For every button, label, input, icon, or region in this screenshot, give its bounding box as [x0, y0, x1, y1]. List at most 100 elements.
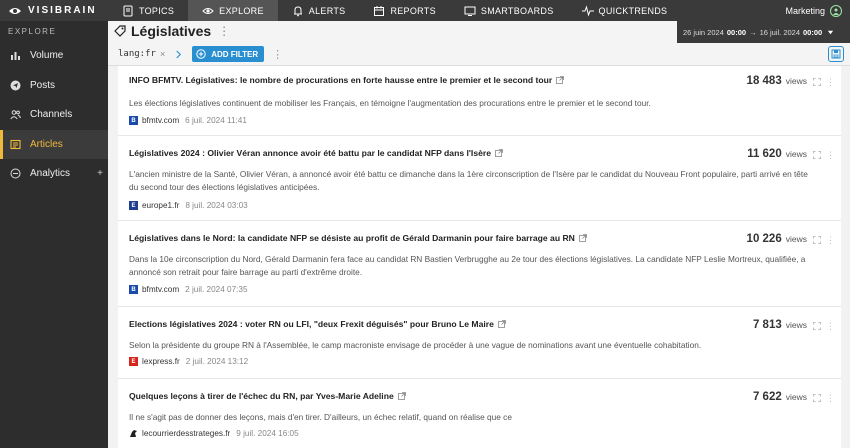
newspaper-icon [10, 139, 21, 149]
article-date: 9 juil. 2024 16:05 [236, 429, 299, 438]
source-name[interactable]: bfmtv.com [142, 285, 179, 294]
row-actions: ⋮ [813, 322, 835, 331]
article-description: Selon la présidente du groupe RN à l'Ass… [129, 340, 702, 350]
row-actions: ⋮ [813, 394, 835, 403]
caret-down-icon [828, 30, 834, 34]
page-title-text: Législatives [131, 23, 212, 39]
date-start: 26 juin 2024 [683, 27, 724, 37]
bfmtv-favicon-icon: B [129, 116, 138, 125]
article-row[interactable]: Quelques leçons à tirer de l'échec du RN… [118, 379, 841, 448]
sidebar-item-label: Articles [30, 138, 63, 150]
row-actions: ⋮ [813, 78, 835, 87]
views-count: 18 483 views [747, 75, 807, 87]
page-header: Législatives ⋮ 26 juin 2024 00:00 → 16 j… [108, 21, 850, 43]
account-menu[interactable]: Marketing [785, 4, 850, 17]
date-range-picker[interactable]: 26 juin 2024 00:00 → 16 juil. 2024 00:00 [677, 21, 850, 43]
sidebar-item-articles[interactable]: Articles [0, 129, 108, 159]
sidebar-item-channels[interactable]: Channels [0, 100, 108, 130]
article-title[interactable]: Législatives dans le Nord: la candidate … [129, 233, 587, 243]
bar-chart-icon [11, 52, 20, 61]
nav-reports[interactable]: REPORTS [359, 0, 449, 21]
source-name[interactable]: bfmtv.com [142, 116, 179, 125]
time-end: 00:00 [803, 27, 823, 37]
article-title[interactable]: INFO BFMTV. Législatives: le nombre de p… [129, 75, 565, 85]
article-title[interactable]: Elections législatives 2024 : voter RN o… [129, 319, 506, 329]
article-source: B bfmtv.com 2 juil. 2024 07:35 [129, 285, 248, 294]
article-row[interactable]: Elections législatives 2024 : voter RN o… [118, 307, 841, 379]
row-more-icon[interactable]: ⋮ [826, 394, 835, 403]
sidebar-item-posts[interactable]: Posts [0, 71, 108, 101]
remove-filter-icon[interactable]: × [160, 49, 165, 59]
filter-more-icon[interactable]: ⋮ [272, 48, 283, 61]
nav-topics[interactable]: TOPICS [108, 0, 188, 21]
external-link-icon[interactable] [495, 149, 503, 157]
views-label: views [785, 76, 807, 86]
expand-icon[interactable] [813, 236, 821, 244]
nav-smartboards-label: SMARTBOARDS [480, 5, 554, 16]
article-title-text[interactable]: Elections législatives 2024 : voter RN o… [129, 319, 494, 329]
chevron-right-icon[interactable] [175, 50, 182, 59]
article-title-text[interactable]: INFO BFMTV. Législatives: le nombre de p… [129, 75, 552, 85]
article-title-text[interactable]: Législatives 2024 : Olivier Véran annonc… [129, 148, 491, 158]
eye-logo-icon [9, 7, 21, 14]
row-more-icon[interactable]: ⋮ [826, 78, 835, 87]
sidebar-item-analytics[interactable]: Analytics + [0, 159, 108, 189]
external-link-icon[interactable] [497, 320, 506, 328]
expand-plus-icon[interactable]: + [97, 168, 103, 179]
send-icon [10, 80, 21, 91]
title-more-icon[interactable]: ⋮ [218, 24, 230, 38]
user-avatar-icon [830, 4, 842, 17]
save-icon [831, 49, 841, 59]
article-row[interactable]: INFO BFMTV. Législatives: le nombre de p… [118, 66, 841, 136]
article-date: 2 juil. 2024 07:35 [185, 285, 248, 294]
article-title[interactable]: Quelques leçons à tirer de l'échec du RN… [129, 391, 406, 401]
article-title-text[interactable]: Législatives dans le Nord: la candidate … [129, 233, 575, 243]
article-description: Dans la 10e circonscription du Nord, Gér… [129, 254, 806, 277]
article-source: E lexpress.fr 2 juil. 2024 13:12 [129, 357, 248, 366]
bfmtv-favicon-icon: B [129, 285, 138, 294]
views-label: views [785, 320, 807, 330]
page-title: Législatives ⋮ [114, 23, 230, 39]
source-name[interactable]: lecourrierdesstrateges.fr [142, 429, 230, 438]
sidebar-heading: EXPLORE [8, 27, 57, 36]
external-link-icon[interactable] [578, 234, 587, 242]
top-navigation-bar: VISIBRAIN TOPICS EXPLORE ALERTS REPORTS … [0, 0, 850, 21]
source-name[interactable]: lexpress.fr [142, 357, 180, 366]
time-start: 00:00 [726, 27, 747, 37]
article-title-text[interactable]: Quelques leçons à tirer de l'échec du RN… [129, 391, 394, 401]
nav-quicktrends[interactable]: QUICKTRENDS [568, 0, 682, 21]
row-more-icon[interactable]: ⋮ [826, 322, 835, 331]
nav-alerts-label: ALERTS [308, 5, 346, 16]
nav-reports-label: REPORTS [390, 5, 436, 16]
expand-icon[interactable] [813, 394, 821, 402]
expand-icon[interactable] [813, 151, 821, 159]
sidebar-item-label: Volume [30, 50, 64, 62]
article-row[interactable]: Législatives 2024 : Olivier Véran annonc… [118, 136, 841, 221]
expand-icon[interactable] [813, 322, 821, 330]
external-link-icon[interactable] [397, 392, 406, 400]
analytics-icon [10, 168, 21, 179]
row-more-icon[interactable]: ⋮ [826, 236, 835, 245]
article-source: lecourrierdesstrateges.fr 9 juil. 2024 1… [129, 429, 299, 438]
nav-alerts[interactable]: ALERTS [278, 0, 360, 21]
visibrain-logo[interactable]: VISIBRAIN [0, 5, 108, 16]
nav-smartboards[interactable]: SMARTBOARDS [450, 0, 568, 21]
row-more-icon[interactable]: ⋮ [826, 151, 835, 160]
source-name[interactable]: europe1.fr [142, 201, 179, 210]
add-filter-button[interactable]: ADD FILTER [192, 46, 265, 62]
article-date: 6 juil. 2024 11:41 [185, 116, 247, 125]
article-description: Il ne s'agit pas de donner des leçons, m… [129, 412, 512, 422]
filter-chip-lang[interactable]: lang:fr × [118, 49, 165, 59]
save-button[interactable] [828, 46, 844, 62]
expand-icon[interactable] [813, 78, 821, 86]
sidebar-item-volume[interactable]: Volume [0, 41, 108, 71]
row-actions: ⋮ [813, 236, 835, 245]
views-count: 7 622 views [753, 391, 807, 403]
external-link-icon[interactable] [556, 76, 565, 84]
views-label: views [785, 149, 807, 159]
article-row[interactable]: Législatives dans le Nord: la candidate … [118, 221, 841, 307]
article-title[interactable]: Législatives 2024 : Olivier Véran annonc… [129, 148, 503, 158]
nav-explore[interactable]: EXPLORE [188, 0, 278, 21]
users-icon [10, 110, 21, 120]
add-filter-label: ADD FILTER [211, 49, 259, 59]
